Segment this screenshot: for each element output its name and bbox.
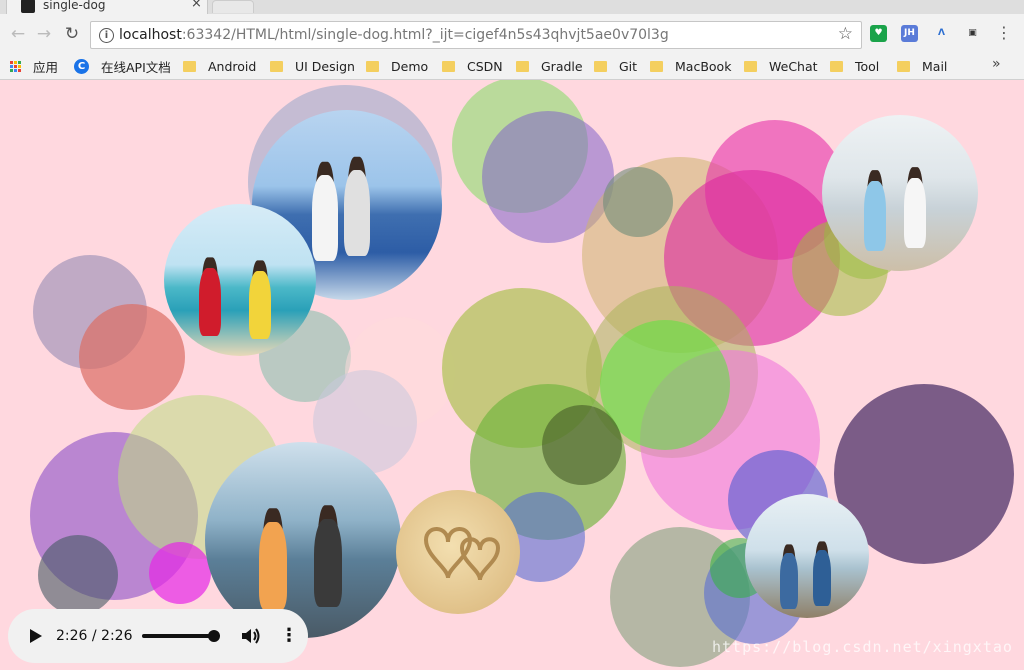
folder-icon [183, 60, 196, 72]
more-options-icon[interactable]: ⋮ [280, 625, 298, 647]
person-figure [259, 522, 287, 611]
person-figure [343, 170, 371, 256]
seek-thumb[interactable] [208, 630, 220, 642]
shield-ext-icon[interactable]: ♥ [870, 25, 887, 42]
folder-icon [270, 60, 283, 72]
beach-couple-2-photo [164, 204, 316, 356]
bookmark-label: WeChat [769, 58, 818, 74]
bubble [542, 405, 622, 485]
bookmark-label: Tool [855, 58, 880, 74]
folder-icon [744, 60, 757, 72]
bubble [38, 535, 118, 615]
folder-icon [366, 60, 379, 72]
folder-icon [897, 60, 910, 72]
bookmark-label: MacBook [675, 58, 732, 74]
tab-strip: single-dog × [0, 0, 1024, 15]
bookmark-label: UI Design [295, 58, 355, 74]
address-url[interactable]: localhost:63342/HTML/html/single-dog.htm… [119, 27, 669, 43]
volume-icon[interactable] [240, 625, 262, 647]
folder-icon [516, 60, 529, 72]
person-figure [311, 175, 339, 261]
bookmark-label: Android [208, 58, 257, 74]
play-icon[interactable] [30, 629, 42, 643]
bookmark-folder[interactable]: WeChat [744, 58, 818, 74]
watermark: https://blog.csdn.net/xingxtao [712, 638, 1013, 656]
bookmark-folder[interactable]: Gradle [516, 58, 583, 74]
couple-walking-photo [822, 115, 978, 271]
bookmark-label: CSDN [467, 58, 503, 74]
bookmark-label: Mail [922, 58, 948, 74]
folder-icon [650, 60, 663, 72]
person-figure [813, 550, 831, 606]
menu-icon[interactable]: ⋮ [996, 23, 1012, 43]
person-figure [864, 181, 886, 252]
address-bar[interactable]: i localhost:63342/HTML/html/single-dog.h… [90, 21, 862, 49]
audio-player: 2:26 / 2:26 ⋮ [8, 609, 308, 663]
bookmark-folder[interactable]: Git [594, 58, 637, 74]
folder-icon [594, 60, 607, 72]
bookmark-label: Gradle [541, 58, 583, 74]
star-icon[interactable]: ☆ [838, 25, 853, 43]
bookmark-label: Git [619, 58, 638, 74]
close-icon[interactable]: × [191, 0, 202, 11]
bubble [79, 304, 185, 410]
person-figure [199, 268, 221, 337]
folder-icon [830, 60, 843, 72]
info-icon[interactable]: i [99, 28, 114, 43]
bookmarks-bar: 应用 C 在线API文档 Android UI Design Demo CSDN… [0, 52, 1024, 80]
bookmark-folder[interactable]: Tool [830, 58, 879, 74]
person-figure [904, 178, 926, 249]
webstorm-favicon-icon [21, 0, 35, 13]
apps-grid-icon [10, 60, 21, 72]
bookmarks-more-icon[interactable]: » [992, 56, 1001, 72]
bookmark-folder[interactable]: Mail [897, 58, 947, 74]
bookmark-folder[interactable]: Android [183, 58, 256, 74]
back-icon[interactable]: ← [8, 24, 28, 44]
person-figure [249, 271, 271, 340]
tab-single-dog[interactable]: single-dog × [6, 0, 208, 15]
jh-ext-icon[interactable]: JH [901, 25, 918, 42]
bookmark-apps[interactable]: 应用 [10, 58, 59, 75]
tab-ext-icon[interactable]: ▣ [964, 25, 981, 42]
heart-drawing-icon [423, 527, 501, 581]
bookmark-api-label: 在线API文档 [101, 59, 171, 75]
browser-toolbar: ← → ↻ i localhost:63342/HTML/html/single… [0, 14, 1024, 52]
person-figure [780, 553, 798, 609]
new-tab-button[interactable] [212, 0, 254, 13]
folder-icon [442, 60, 455, 72]
bookmark-apps-label: 应用 [33, 59, 59, 75]
bookmark-folder[interactable]: CSDN [442, 58, 503, 74]
a-ext-icon[interactable]: Λ [933, 25, 950, 42]
bookmark-folder[interactable]: Demo [366, 58, 428, 74]
bookmark-folder[interactable]: UI Design [270, 58, 355, 74]
tab-title: single-dog [43, 0, 106, 12]
bookmark-api-docs[interactable]: C 在线API文档 [74, 58, 171, 75]
bubble [149, 542, 211, 604]
bubble [603, 167, 673, 237]
reload-icon[interactable]: ↻ [62, 24, 82, 44]
person-figure [314, 519, 342, 608]
c-logo-icon: C [74, 58, 89, 74]
seek-slider[interactable] [142, 634, 214, 638]
playback-time: 2:26 / 2:26 [56, 628, 133, 644]
url-host: localhost [119, 27, 182, 43]
heart-sand-photo [396, 490, 520, 614]
couple-boat-photo [745, 494, 869, 618]
forward-icon[interactable]: → [34, 24, 54, 44]
bookmark-folder[interactable]: MacBook [650, 58, 731, 74]
url-rest: :63342/HTML/html/single-dog.html?_ijt=ci… [181, 27, 669, 43]
bookmark-label: Demo [391, 58, 429, 74]
bubble-canvas [0, 80, 1024, 670]
